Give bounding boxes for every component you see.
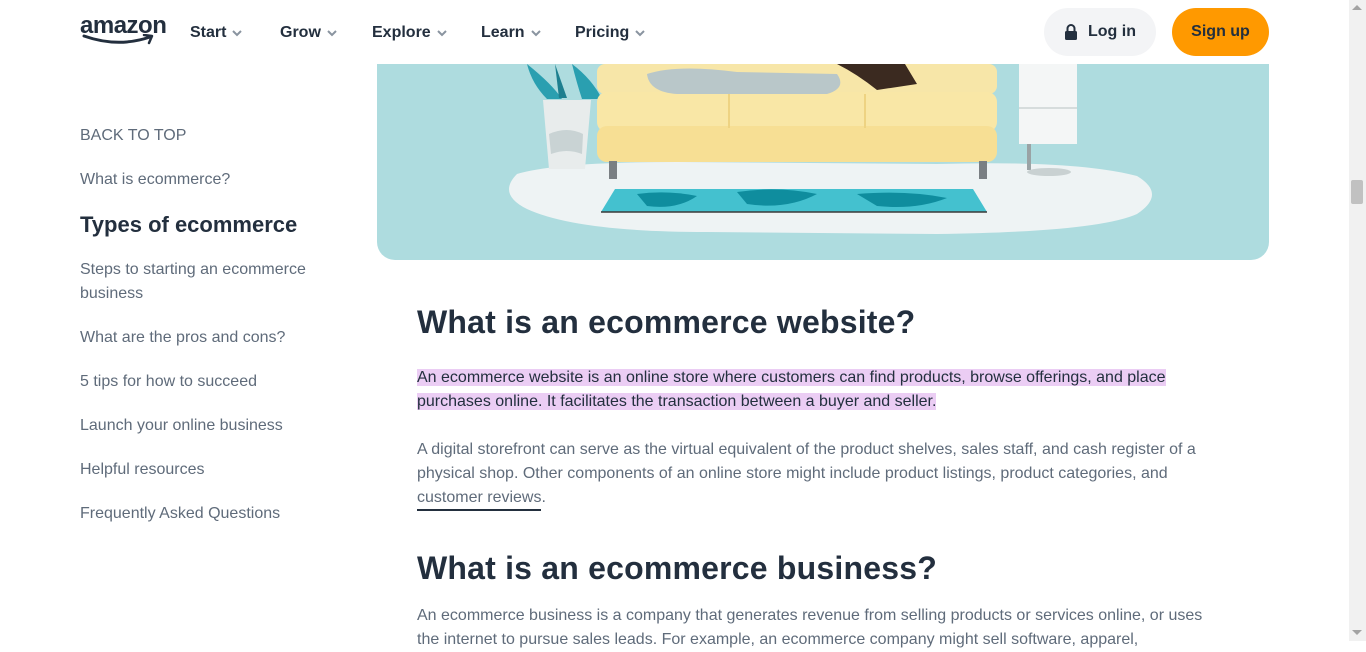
hero-illustration [377,64,1269,260]
text-highlight: An ecommerce website is an online store … [417,369,1166,410]
scrollbar-thumb[interactable] [1351,180,1363,204]
smile-arrow-icon [82,34,154,45]
chevron-down-icon [232,30,243,37]
paragraph-ecommerce-business: An ecommerce business is a company that … [417,604,1227,652]
toc-pros-and-cons[interactable]: What are the pros and cons? [80,326,330,350]
heading-ecommerce-website: What is an ecommerce website? [417,304,916,340]
paragraph-text: An ecommerce business is a company that … [417,607,1203,648]
nav-label: Start [190,24,227,41]
chevron-down-icon [530,30,541,37]
toc-launch-business[interactable]: Launch your online business [80,414,330,438]
section-ecommerce-website: What is an ecommerce website? [417,304,1237,341]
nav-pricing[interactable]: Pricing [575,22,645,44]
chevron-down-icon [436,30,447,37]
nav-label: Learn [481,24,525,41]
scroll-down-arrow-icon[interactable] [1352,630,1362,635]
chevron-down-icon [635,30,645,37]
nav-grow[interactable]: Grow [280,22,337,44]
signup-button[interactable]: Sign up [1172,8,1269,56]
living-room-illustration [509,64,1152,234]
nav-label: Explore [372,24,431,41]
site-header: amazon Start Grow Explore Learn Pricing … [0,0,1349,64]
toc-faq[interactable]: Frequently Asked Questions [80,502,330,526]
scroll-up-arrow-icon[interactable] [1352,5,1362,10]
nav-start[interactable]: Start [190,22,243,44]
paragraph-end: . [541,489,546,506]
toc-steps-to-starting[interactable]: Steps to starting an ecommerce business [80,258,330,306]
chevron-down-icon [327,30,337,37]
toc-back-to-top[interactable]: BACK TO TOP [80,124,330,148]
lock-icon [1065,24,1077,40]
highlighted-paragraph: An ecommerce website is an online store … [417,366,1197,414]
paragraph-digital-storefront: A digital storefront can serve as the vi… [417,438,1227,511]
nav-label: Grow [280,24,321,41]
section-ecommerce-business: What is an ecommerce business? [417,550,1237,587]
nav-label: Pricing [575,24,630,41]
toc-types-of-ecommerce[interactable]: Types of ecommerce [80,211,330,239]
highlighted-paragraph-container: An ecommerce website is an online store … [417,366,1197,414]
page-scrollbar[interactable] [1349,0,1366,641]
amazon-logo[interactable]: amazon [80,14,167,48]
toc-helpful-resources[interactable]: Helpful resources [80,458,330,482]
customer-reviews-link[interactable]: customer reviews [417,489,542,511]
nav-explore[interactable]: Explore [372,22,447,44]
nav-learn[interactable]: Learn [481,22,541,44]
login-button[interactable]: Log in [1044,8,1156,56]
toc-tips-to-succeed[interactable]: 5 tips for how to succeed [80,370,330,394]
signup-label: Sign up [1191,23,1250,40]
toc-what-is-ecommerce[interactable]: What is ecommerce? [80,168,330,192]
login-label: Log in [1088,23,1136,40]
heading-ecommerce-business: What is an ecommerce business? [417,550,937,586]
paragraph-text: A digital storefront can serve as the vi… [417,438,1227,511]
paragraph-body: A digital storefront can serve as the vi… [417,441,1196,482]
